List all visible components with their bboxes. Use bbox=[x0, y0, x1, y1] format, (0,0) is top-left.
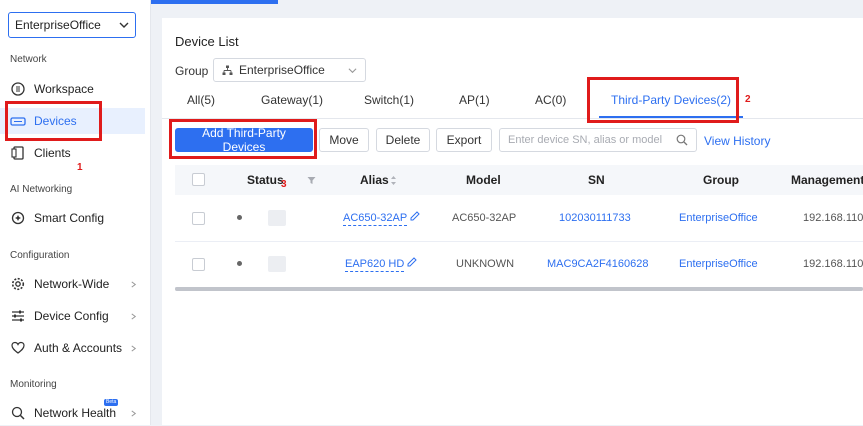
sidebar-item-device-config[interactable]: Device Config bbox=[0, 303, 145, 329]
annotation-number-3: 3 bbox=[281, 179, 287, 190]
section-label-monitoring: Monitoring bbox=[10, 379, 57, 390]
sliders-icon bbox=[10, 308, 26, 324]
search-icon[interactable] bbox=[676, 134, 688, 146]
select-all-checkbox[interactable] bbox=[192, 173, 205, 186]
network-health-icon bbox=[10, 405, 26, 421]
smart-config-icon bbox=[10, 210, 26, 226]
column-header-alias[interactable]: Alias bbox=[360, 165, 389, 195]
status-dot bbox=[237, 215, 242, 220]
group-select[interactable]: EnterpriseOffice bbox=[213, 58, 366, 82]
search-input[interactable] bbox=[508, 134, 668, 146]
column-header-status: Status bbox=[247, 173, 284, 187]
sidebar-item-smart-config[interactable]: Smart Config bbox=[0, 205, 145, 231]
sidebar-item-network-wide[interactable]: Network-Wide bbox=[0, 271, 145, 297]
model-cell: AC650-32AP bbox=[452, 212, 517, 224]
sidebar-item-label: Smart Config bbox=[34, 211, 105, 225]
model-cell: UNKNOWN bbox=[456, 258, 515, 270]
sidebar-item-clients[interactable]: Clients bbox=[0, 140, 145, 166]
device-thumbnail-icon bbox=[268, 256, 286, 272]
delete-button[interactable]: Delete bbox=[376, 128, 430, 152]
device-thumbnail-icon bbox=[268, 210, 286, 226]
chevron-right-icon bbox=[131, 344, 137, 352]
sidebar-item-workspace[interactable]: Workspace bbox=[0, 76, 145, 102]
chevron-right-icon bbox=[131, 409, 137, 417]
annotation-number-1: 1 bbox=[77, 162, 83, 173]
edit-icon[interactable] bbox=[407, 257, 418, 267]
sidebar-item-label: Workspace bbox=[34, 82, 94, 96]
row-checkbox[interactable] bbox=[192, 258, 205, 271]
devices-icon bbox=[10, 113, 26, 129]
section-label-configuration: Configuration bbox=[10, 250, 70, 261]
view-history-link[interactable]: View History bbox=[704, 134, 770, 148]
chevron-down-icon bbox=[119, 22, 129, 28]
sidebar-item-label: Clients bbox=[34, 146, 71, 160]
device-search[interactable] bbox=[499, 128, 697, 152]
alias-text[interactable]: EAP620 HD bbox=[345, 257, 405, 272]
sn-cell[interactable]: 102030111733 bbox=[559, 195, 631, 241]
group-cell[interactable]: EnterpriseOffice bbox=[679, 195, 758, 241]
sidebar-item-auth-accounts[interactable]: Auth & Accounts bbox=[0, 335, 145, 361]
management-ip-cell: 192.168.110 bbox=[803, 212, 863, 224]
table-row: EAP620 HD UNKNOWN MAC9CA2F4160628 Enterp… bbox=[175, 241, 863, 288]
tab-ac[interactable]: AC(0) bbox=[535, 84, 566, 118]
page-title: Device List bbox=[175, 34, 239, 49]
toolbar: Add Third-Party Devices Move Delete Expo… bbox=[162, 126, 863, 156]
sort-icon[interactable] bbox=[390, 175, 397, 186]
group-select-value: EnterpriseOffice bbox=[239, 63, 325, 77]
tab-all[interactable]: All(5) bbox=[187, 84, 215, 118]
group-label: Group bbox=[175, 64, 209, 78]
tab-ap[interactable]: AP(1) bbox=[459, 84, 490, 118]
shield-heart-icon bbox=[10, 340, 26, 356]
filter-icon[interactable] bbox=[307, 176, 316, 185]
horizontal-scrollbar[interactable] bbox=[175, 287, 863, 291]
section-label-ai-networking: AI Networking bbox=[10, 184, 73, 195]
column-header-group: Group bbox=[703, 173, 739, 187]
chevron-right-icon bbox=[131, 312, 137, 320]
alias-cell[interactable]: AC650-32AP bbox=[343, 195, 420, 241]
sidebar-item-label: Device Config bbox=[34, 309, 109, 323]
chevron-right-icon bbox=[131, 280, 137, 288]
chevron-down-icon bbox=[348, 67, 357, 73]
alias-cell[interactable]: EAP620 HD bbox=[345, 241, 418, 287]
add-third-party-devices-button[interactable]: Add Third-Party Devices bbox=[175, 126, 313, 154]
row-checkbox[interactable] bbox=[192, 212, 205, 225]
table-header: Status Alias Model SN Group Management I bbox=[175, 165, 863, 195]
beta-badge: Beta bbox=[104, 399, 119, 406]
alias-text[interactable]: AC650-32AP bbox=[343, 211, 408, 226]
sidebar-item-label: Network-Wide bbox=[34, 277, 110, 291]
status-dot bbox=[237, 261, 242, 266]
main-panel: Device List Group EnterpriseOffice All(5… bbox=[162, 18, 863, 425]
gear-icon bbox=[10, 276, 26, 292]
section-label-network: Network bbox=[10, 54, 47, 65]
sidebar: EnterpriseOffice Network Workspace Devic… bbox=[0, 0, 151, 425]
device-type-tabs: All(5) Gateway(1) Switch(1) AP(1) AC(0) … bbox=[162, 84, 863, 119]
tab-third-party-devices[interactable]: Third-Party Devices(2) bbox=[599, 84, 744, 118]
site-select-value: EnterpriseOffice bbox=[15, 18, 101, 32]
management-ip-cell: 192.168.110 bbox=[803, 258, 863, 270]
site-select[interactable]: EnterpriseOffice bbox=[8, 12, 136, 38]
scrollbar-thumb[interactable] bbox=[175, 287, 863, 291]
hierarchy-icon bbox=[222, 65, 233, 75]
workspace-icon bbox=[10, 81, 26, 97]
move-button[interactable]: Move bbox=[319, 128, 369, 152]
annotation-number-2: 2 bbox=[745, 94, 751, 105]
sidebar-item-network-health[interactable]: Network Health bbox=[0, 400, 145, 426]
tab-switch[interactable]: Switch(1) bbox=[364, 84, 414, 118]
column-header-sn: SN bbox=[588, 173, 605, 187]
clients-icon bbox=[10, 145, 26, 161]
column-header-model: Model bbox=[466, 173, 501, 187]
tab-gateway[interactable]: Gateway(1) bbox=[261, 84, 323, 118]
sidebar-item-label: Auth & Accounts bbox=[34, 341, 123, 355]
export-button[interactable]: Export bbox=[436, 128, 492, 152]
edit-icon[interactable] bbox=[410, 211, 420, 221]
sn-cell[interactable]: MAC9CA2F4160628 bbox=[547, 241, 649, 287]
sidebar-item-label: Devices bbox=[34, 114, 77, 128]
group-cell[interactable]: EnterpriseOffice bbox=[679, 241, 758, 287]
column-header-management-ip: Management I bbox=[791, 173, 863, 187]
sidebar-item-label: Network Health bbox=[34, 406, 117, 420]
table-row: AC650-32AP AC650-32AP 102030111733 Enter… bbox=[175, 195, 863, 242]
sidebar-item-devices[interactable]: Devices bbox=[0, 108, 145, 134]
